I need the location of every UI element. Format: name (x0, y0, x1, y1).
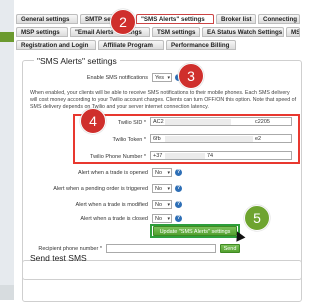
tab-ea-status-watch-settings[interactable]: EA Status Watch Settings (202, 27, 284, 37)
tab-affiliate-program[interactable]: Affiliate Program (98, 40, 164, 50)
tab-sms-alerts-settings[interactable]: "SMS Alerts" settings (136, 14, 214, 24)
alert-closed-value: No (155, 216, 163, 222)
chevron-down-icon: ▾ (167, 75, 170, 81)
alert-closed-select[interactable]: No ▾ (152, 214, 172, 223)
send-test-sms-title: Send test SMS (30, 253, 87, 263)
send-test-sms-panel (22, 260, 302, 302)
help-icon[interactable]: ? (175, 215, 182, 222)
twilio-token-suffix: e2 (255, 136, 262, 142)
twilio-sid-field[interactable]: AC2 c2205 (150, 117, 292, 126)
twilio-token-field[interactable]: 6fb e2 (150, 134, 292, 143)
twilio-token-prefix: 6fb (153, 136, 161, 142)
tab-general-settings[interactable]: General settings (16, 14, 78, 24)
recipient-phone-label-text: Recipient phone number * (38, 246, 102, 252)
enable-sms-value: Yes (155, 75, 164, 81)
chevron-down-icon: ▾ (167, 202, 170, 208)
twilio-sid-prefix: AC2 (153, 119, 164, 125)
enable-sms-label: Enable SMS notifications (86, 75, 148, 81)
enable-sms-select[interactable]: Yes ▾ (152, 73, 172, 82)
twilio-token-label: Twilio Token * (112, 137, 146, 143)
alert-modified-value: No (155, 202, 163, 208)
twilio-phone-suffix: 74 (207, 153, 214, 159)
tab-performance-billing[interactable]: Performance Billing (166, 40, 236, 50)
chevron-down-icon: ▾ (167, 216, 170, 222)
redaction-mask (165, 119, 231, 125)
alert-pending-label: Alert when a pending order is triggered (53, 186, 148, 192)
sidebar-selected-item[interactable] (0, 32, 14, 42)
help-icon[interactable]: ? (175, 169, 182, 176)
tab-msp-settings[interactable]: MSP settings (16, 27, 68, 37)
sidebar-edge (0, 285, 14, 300)
chevron-down-icon: ▾ (167, 186, 170, 192)
redaction-mask (165, 153, 205, 159)
twilio-sid-suffix: c2205 (255, 119, 270, 125)
callout-3: 3 (178, 63, 204, 89)
update-sms-alerts-button[interactable]: Update "SMS Alerts" settings (153, 226, 237, 236)
chevron-down-icon: ▾ (167, 170, 170, 176)
tab-email-alerts-settings[interactable]: "Email Alerts" settings (70, 27, 150, 37)
redaction-mask (165, 136, 253, 142)
alert-pending-select[interactable]: No ▾ (152, 184, 172, 193)
callout-5: 5 (244, 205, 270, 231)
callout-4: 4 (80, 108, 106, 134)
send-button[interactable]: Send (220, 244, 240, 253)
alert-closed-label: Alert when a trade is closed (80, 216, 148, 222)
help-icon[interactable]: ? (175, 201, 182, 208)
sms-description: When enabled, your clients will be able … (30, 90, 297, 110)
recipient-phone-field[interactable] (106, 244, 216, 253)
tab-msp-settings-2[interactable]: MSP settings (286, 27, 300, 37)
alert-opened-label: Alert when a trade is opened (77, 170, 148, 176)
twilio-phone-label: Twilio Phone Number * (90, 154, 146, 160)
twilio-phone-field[interactable]: +37 74 (150, 151, 292, 160)
alert-pending-value: No (155, 186, 163, 192)
twilio-phone-prefix: +37 (153, 153, 163, 159)
alert-modified-label: Alert when a trade is modified (75, 202, 148, 208)
alert-opened-select[interactable]: No ▾ (152, 168, 172, 177)
section-title: "SMS Alerts" settings (34, 56, 120, 66)
tab-broker-list[interactable]: Broker list (216, 14, 256, 24)
alert-modified-select[interactable]: No ▾ (152, 200, 172, 209)
alert-opened-value: No (155, 170, 163, 176)
tab-registration-and-login[interactable]: Registration and Login (16, 40, 96, 50)
help-icon[interactable]: ? (175, 185, 182, 192)
callout-2: 2 (110, 9, 136, 35)
tab-tsm-settings[interactable]: TSM settings (152, 27, 200, 37)
tab-connecting[interactable]: Connecting M (258, 14, 300, 24)
left-sidebar (0, 0, 14, 300)
